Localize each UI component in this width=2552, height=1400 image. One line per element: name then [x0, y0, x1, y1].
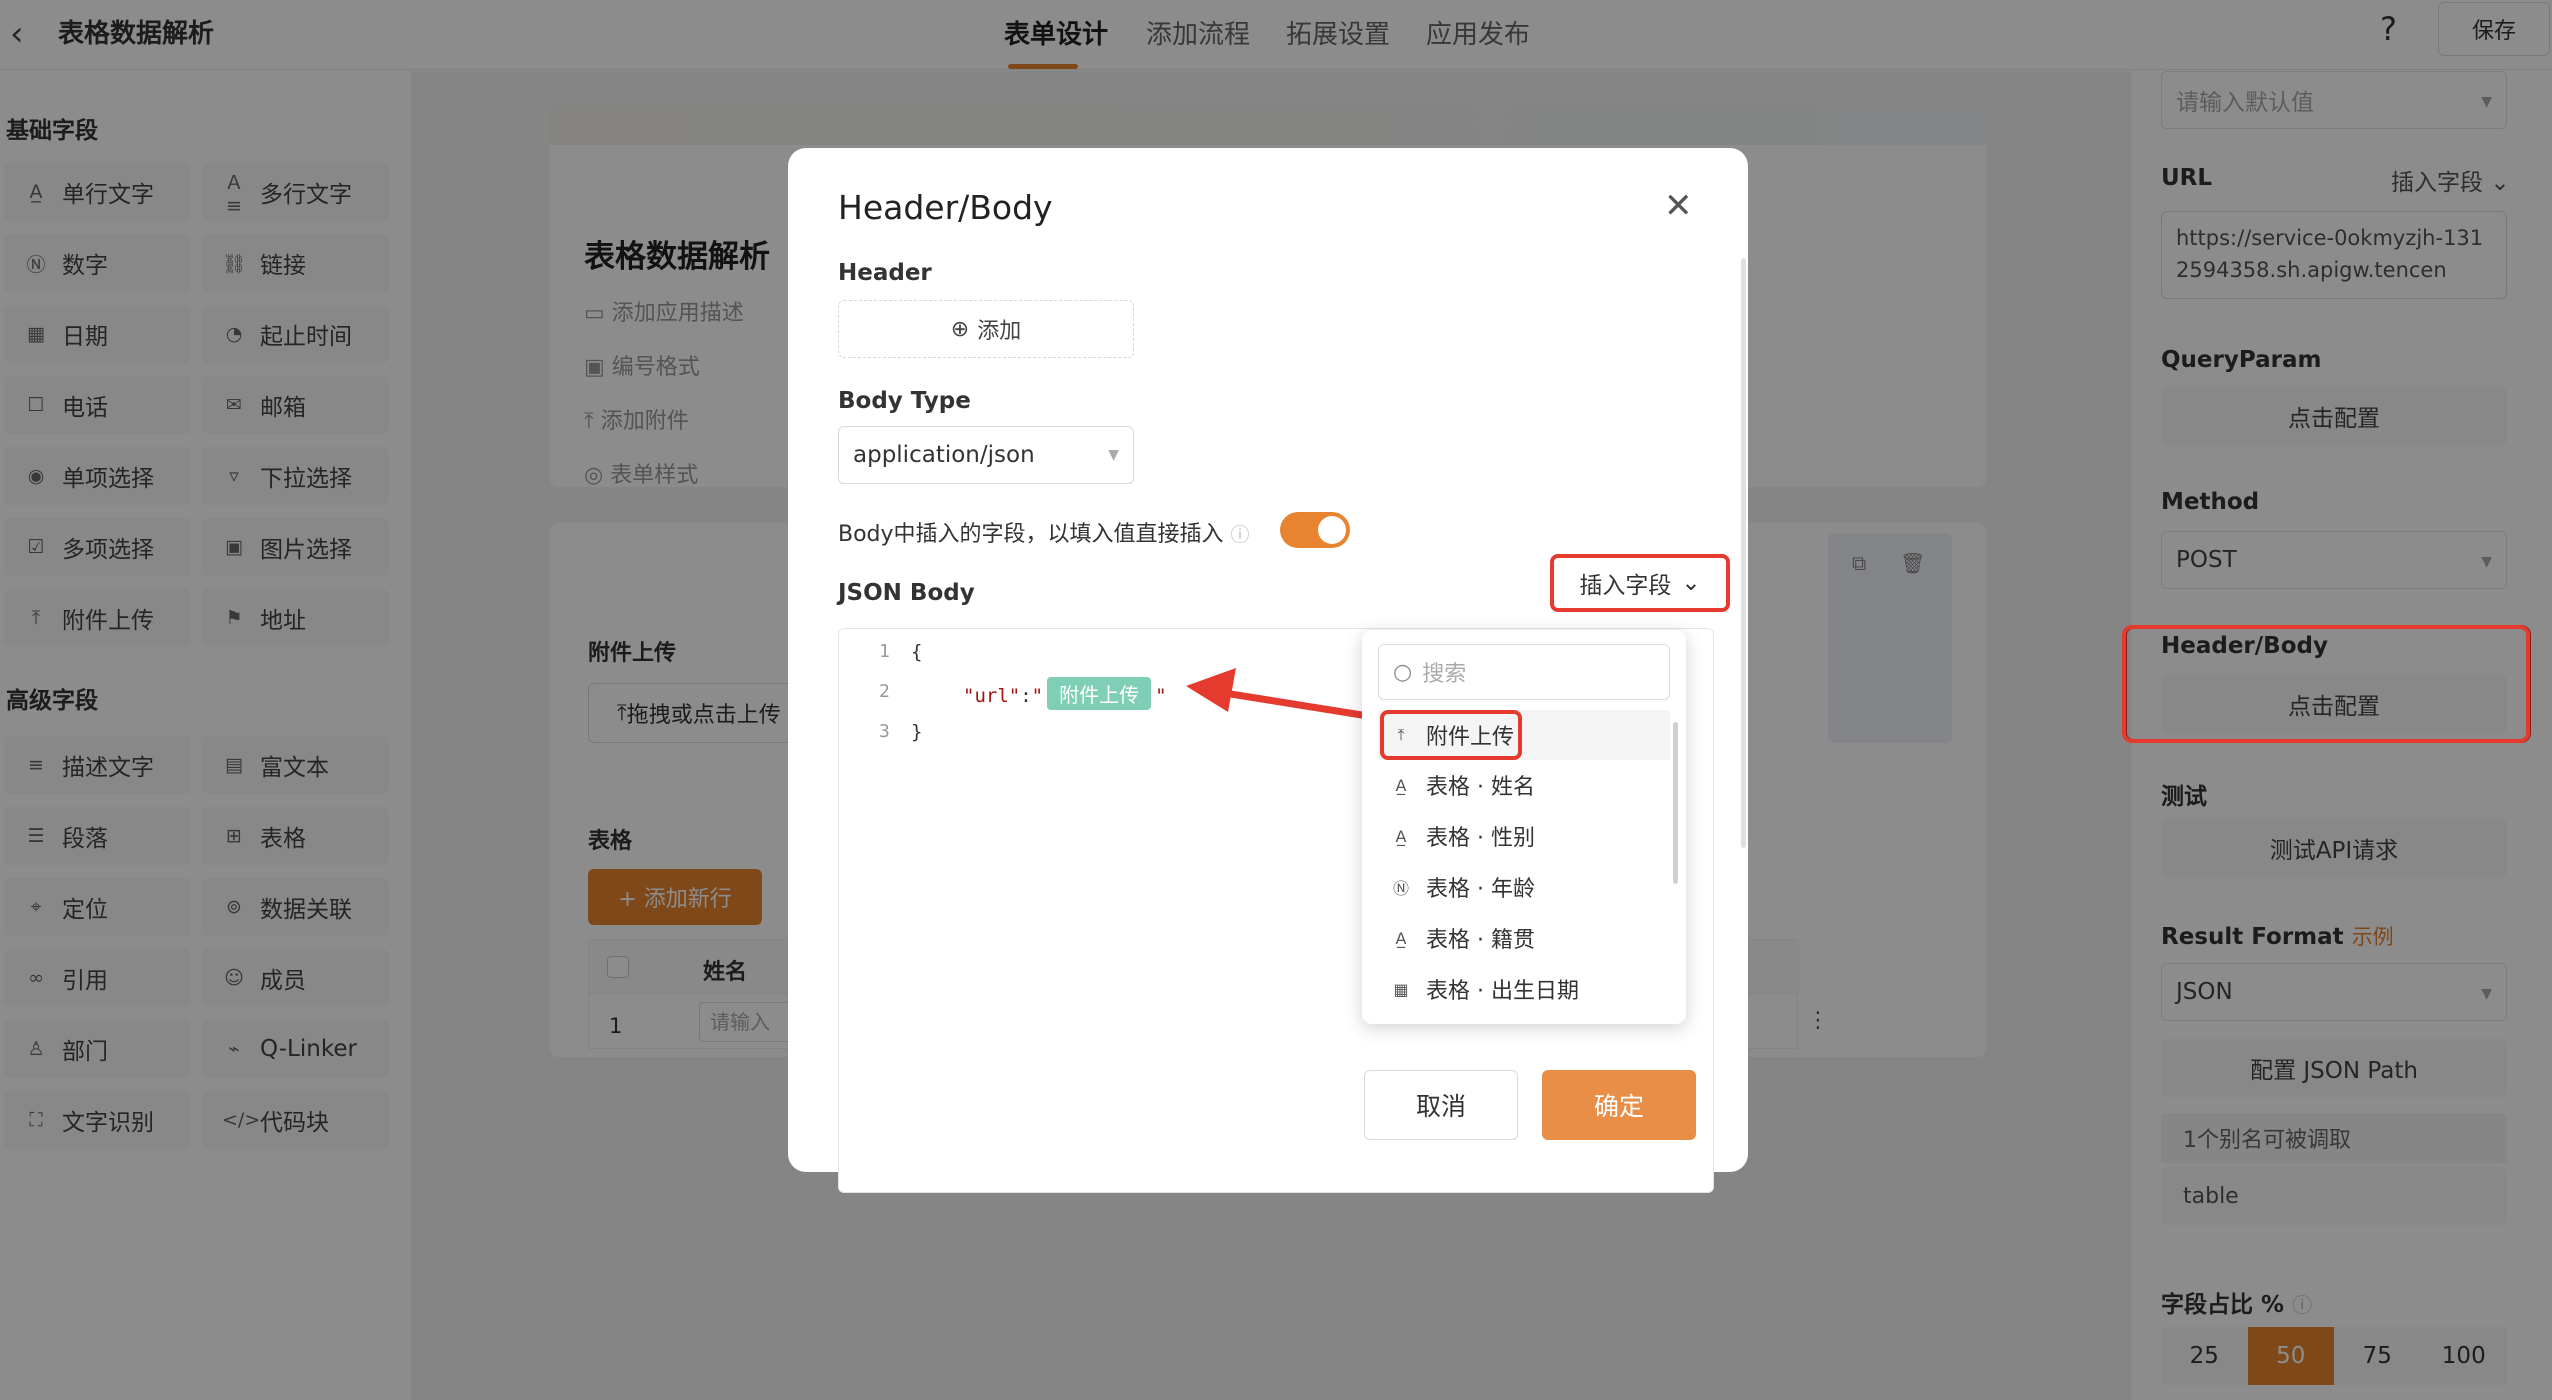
- header-body-dialog: Header/Body ✕ Header ⊕ 添加 Body Type appli…: [788, 148, 1748, 1193]
- json-quote-close: ": [1155, 685, 1167, 707]
- menu-item-table-name[interactable]: A̲ 表格 · 姓名: [1378, 760, 1670, 810]
- menu-search-placeholder: 搜索: [1422, 662, 1467, 687]
- text-icon: A̲: [1395, 928, 1407, 948]
- body-type-value: application/json: [853, 442, 1035, 468]
- menu-item-table-hometown[interactable]: A̲ 表格 · 籍贯: [1378, 913, 1670, 963]
- close-icon[interactable]: ✕: [1664, 186, 1693, 226]
- code-line-3: }: [911, 721, 923, 743]
- menu-item-label: 表格 · 年龄: [1426, 877, 1535, 902]
- search-icon: ○: [1393, 659, 1413, 685]
- json-colon: :: [1020, 685, 1032, 707]
- insert-field-menu: ○ 搜索 ⤒ 附件上传 A̲ 表格 · 姓名 A̲ 表格 · 性别 Ⓝ 表格 · 年龄 A…: [1362, 630, 1686, 1024]
- add-header-label: 添加: [977, 319, 1022, 344]
- number-icon: Ⓝ: [1392, 879, 1409, 898]
- annotation-arrow-icon: [1186, 668, 1372, 720]
- toggle-knob: [1318, 516, 1346, 544]
- line-number: 3: [879, 721, 890, 742]
- line-number: 2: [879, 681, 890, 702]
- menu-item-label: 表格 · 出生日期: [1426, 979, 1579, 1004]
- insert-hint: Body中插入的字段，以填入值直接插入 ⓘ: [838, 516, 1250, 548]
- text-icon: A̲: [1395, 826, 1407, 846]
- json-body-label: JSON Body: [838, 580, 975, 606]
- insert-value-toggle[interactable]: [1280, 512, 1350, 548]
- body-type-label: Body Type: [838, 388, 971, 414]
- insert-field-button-label: 插入字段: [1579, 573, 1672, 599]
- menu-item-label: 表格 · 籍贯: [1426, 928, 1535, 953]
- header-label: Header: [838, 260, 932, 286]
- calendar-icon: ▦: [1393, 979, 1409, 999]
- inserted-field-chip[interactable]: 附件上传: [1047, 677, 1152, 710]
- chevron-down-icon: ⌄: [1681, 570, 1701, 596]
- upload-icon: ⤒: [1397, 725, 1405, 744]
- line-number: 1: [879, 641, 890, 662]
- menu-scrollbar[interactable]: [1673, 722, 1678, 884]
- text-icon: A̲: [1395, 775, 1407, 795]
- menu-search-input[interactable]: ○ 搜索: [1378, 644, 1670, 700]
- dialog-scrollbar[interactable]: [1741, 258, 1746, 848]
- confirm-button[interactable]: 确定: [1542, 1070, 1696, 1140]
- app-root: ‹ 表格数据解析 表单设计 添加流程 拓展设置 应用发布 ? 保存 基础字段 高…: [0, 0, 2552, 1400]
- help-circle-icon: ⓘ: [1230, 524, 1250, 546]
- plus-circle-icon: ⊕: [950, 316, 970, 342]
- json-key: "url": [963, 685, 1021, 707]
- menu-item-attachment[interactable]: ⤒ 附件上传: [1378, 710, 1670, 760]
- menu-item-label: 附件上传: [1426, 725, 1515, 750]
- menu-item-table-gender[interactable]: A̲ 表格 · 性别: [1378, 811, 1670, 861]
- insert-field-dropdown-button[interactable]: 插入字段 ⌄: [1550, 554, 1730, 612]
- body-type-select[interactable]: application/json ▼: [838, 426, 1134, 484]
- code-line-1: {: [911, 641, 923, 663]
- add-header-button[interactable]: ⊕ 添加: [838, 300, 1134, 358]
- menu-item-table-birthdate[interactable]: ▦ 表格 · 出生日期: [1378, 964, 1670, 1014]
- code-line-2: "url":" 附件上传 ": [963, 677, 1167, 710]
- header-body-annotation-box: [2122, 625, 2530, 743]
- caret-down-icon: ▼: [1108, 447, 1119, 463]
- insert-hint-text: Body中插入的字段，以填入值直接插入: [838, 522, 1224, 547]
- menu-item-label: 表格 · 姓名: [1426, 775, 1535, 800]
- dialog-title: Header/Body: [838, 188, 1053, 227]
- menu-item-label: 表格 · 性别: [1426, 826, 1535, 851]
- json-quote-open: ": [1031, 685, 1044, 707]
- menu-item-table-age[interactable]: Ⓝ 表格 · 年龄: [1378, 862, 1670, 912]
- cancel-button[interactable]: 取消: [1364, 1070, 1518, 1140]
